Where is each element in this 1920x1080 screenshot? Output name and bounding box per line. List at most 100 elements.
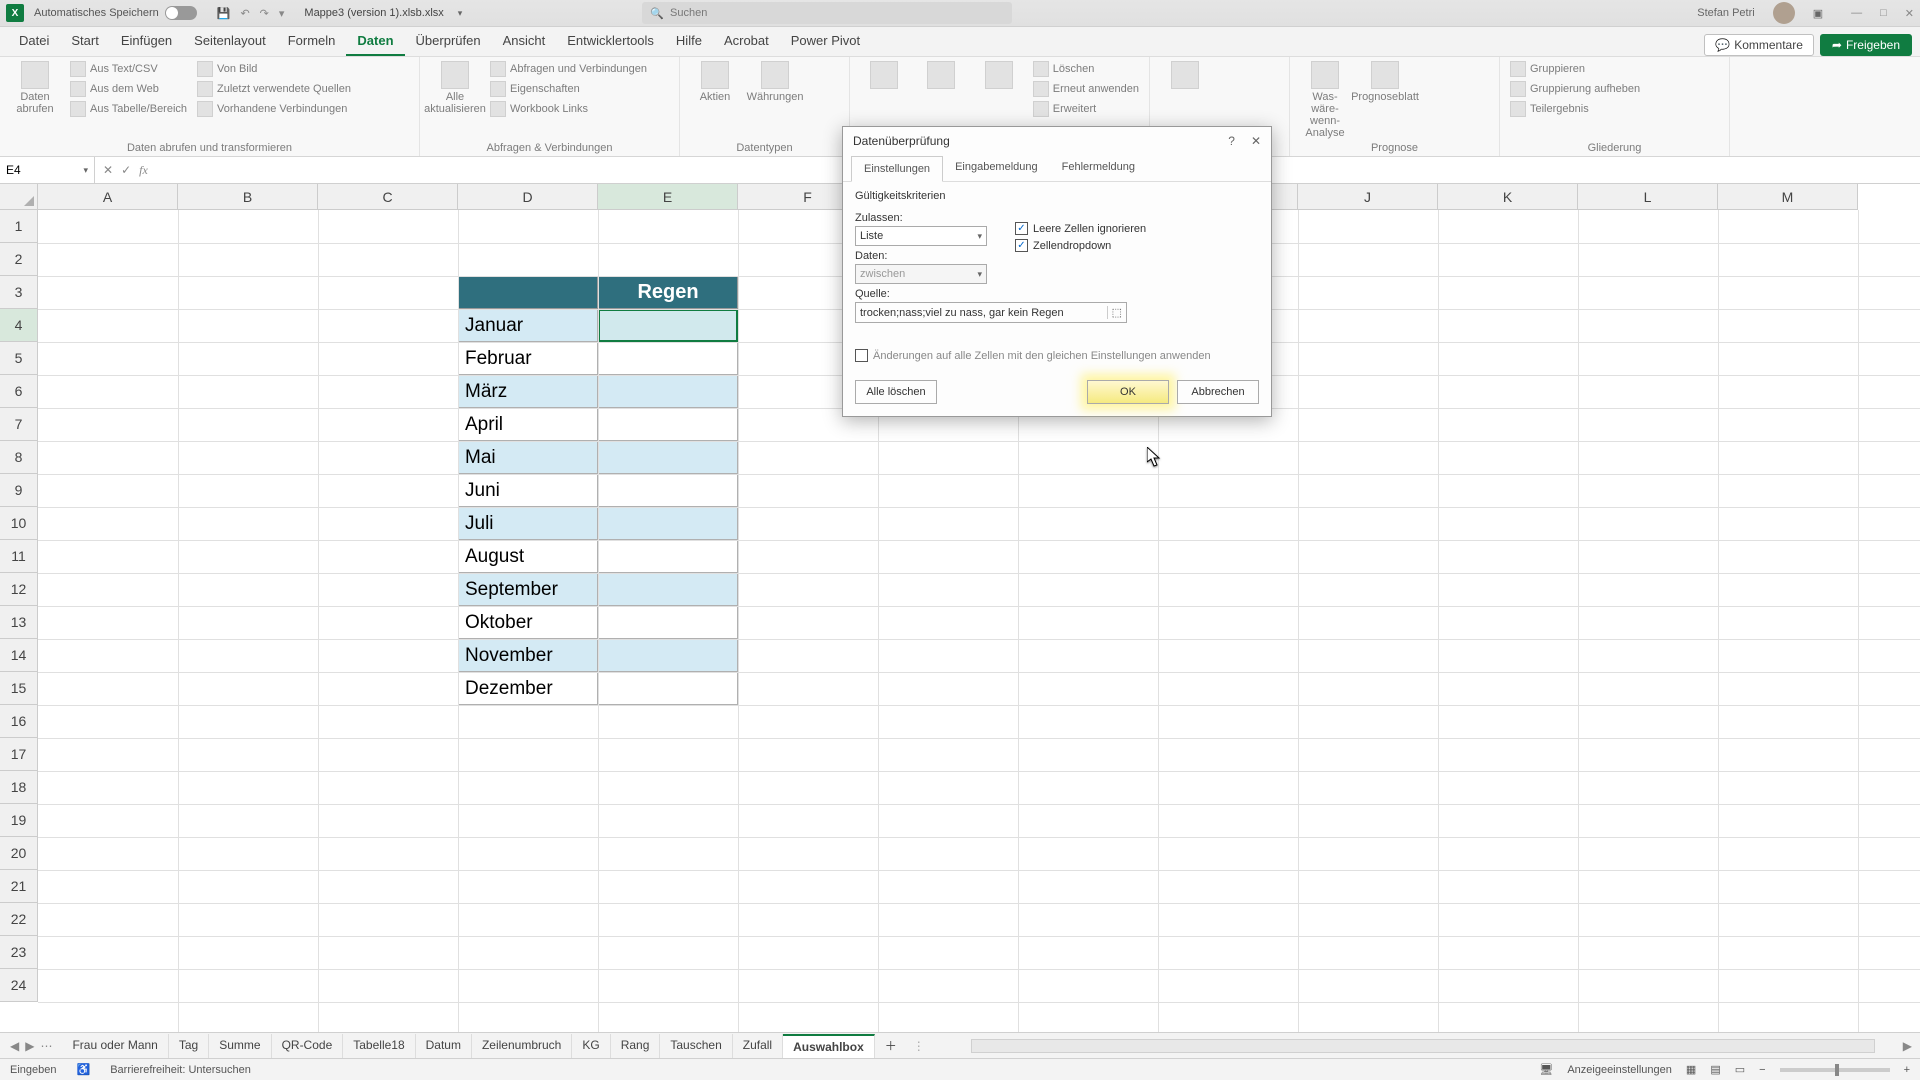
currency-button[interactable]: Währungen bbox=[750, 61, 800, 103]
ribbon-tab-datei[interactable]: Datei bbox=[8, 27, 60, 56]
sheet-tab-auswahlbox[interactable]: Auswahlbox bbox=[783, 1034, 875, 1058]
ribbon-item[interactable]: Teilergebnis bbox=[1510, 101, 1640, 117]
row-header-8[interactable]: 8 bbox=[0, 441, 38, 474]
maximize-icon[interactable]: □ bbox=[1880, 7, 1887, 20]
dialog-close-icon[interactable]: ✕ bbox=[1251, 134, 1261, 148]
dialog-tab-input-message[interactable]: Eingabemeldung bbox=[943, 155, 1050, 181]
ribbon-tab-ansicht[interactable]: Ansicht bbox=[492, 27, 557, 56]
column-header-D[interactable]: D bbox=[458, 184, 598, 210]
sheet-tab-kg[interactable]: KG bbox=[572, 1034, 610, 1058]
month-cell[interactable]: Mai bbox=[458, 441, 598, 474]
autosave-toggle[interactable]: Automatisches Speichern bbox=[34, 6, 197, 20]
zoom-out-icon[interactable]: − bbox=[1759, 1064, 1765, 1076]
accessibility-label[interactable]: Barrierefreiheit: Untersuchen bbox=[110, 1064, 251, 1076]
name-box[interactable]: E4 ▾ bbox=[0, 157, 95, 183]
ribbon-tab-formeln[interactable]: Formeln bbox=[277, 27, 347, 56]
month-cell[interactable]: Juli bbox=[458, 507, 598, 540]
ribbon-item[interactable]: Eigenschaften bbox=[490, 81, 647, 97]
sheet-nav-more-icon[interactable]: ⋯ bbox=[40, 1039, 52, 1053]
ribbon-item[interactable]: Gruppierung aufheben bbox=[1510, 81, 1640, 97]
share-button[interactable]: ➦ Freigeben bbox=[1820, 34, 1912, 56]
undo-icon[interactable]: ↶ bbox=[240, 7, 249, 20]
dialog-tab-settings[interactable]: Einstellungen bbox=[851, 156, 943, 182]
row-header-10[interactable]: 10 bbox=[0, 507, 38, 540]
refresh-all-button[interactable]: Alle aktualisieren bbox=[430, 61, 480, 115]
row-header-5[interactable]: 5 bbox=[0, 342, 38, 375]
ribbon-item[interactable]: Abfragen und Verbindungen bbox=[490, 61, 647, 77]
qat-more-icon[interactable]: ▾ bbox=[279, 7, 285, 20]
view-normal-icon[interactable]: ▦ bbox=[1686, 1063, 1696, 1076]
range-picker-icon[interactable]: ⬚ bbox=[1107, 306, 1122, 319]
row-header-13[interactable]: 13 bbox=[0, 606, 38, 639]
month-cell[interactable]: November bbox=[458, 639, 598, 672]
sheet-nav-next-icon[interactable]: ▶ bbox=[25, 1039, 34, 1053]
ribbon-item[interactable]: Löschen bbox=[1033, 61, 1139, 77]
sort-desc-button[interactable] bbox=[918, 61, 966, 89]
row-header-21[interactable]: 21 bbox=[0, 870, 38, 903]
present-icon[interactable]: ▣ bbox=[1813, 7, 1823, 20]
row-header-14[interactable]: 14 bbox=[0, 639, 38, 672]
month-cell[interactable]: Oktober bbox=[458, 606, 598, 639]
ribbon-item[interactable]: Aus dem Web bbox=[70, 81, 187, 97]
row-header-20[interactable]: 20 bbox=[0, 837, 38, 870]
filter-button[interactable] bbox=[975, 61, 1023, 89]
add-sheet-button[interactable]: ＋ bbox=[875, 1037, 907, 1054]
month-cell[interactable]: April bbox=[458, 408, 598, 441]
row-header-17[interactable]: 17 bbox=[0, 738, 38, 771]
in-cell-dropdown-checkbox[interactable]: Zellendropdown bbox=[1015, 239, 1146, 252]
row-header-4[interactable]: 4 bbox=[0, 309, 38, 342]
ribbon-item[interactable]: Workbook Links bbox=[490, 101, 647, 117]
column-header-L[interactable]: L bbox=[1578, 184, 1718, 210]
row-header-19[interactable]: 19 bbox=[0, 804, 38, 837]
source-input[interactable]: trocken;nass;viel zu nass, gar kein Rege… bbox=[855, 302, 1127, 323]
stocks-button[interactable]: Aktien bbox=[690, 61, 740, 103]
value-cell[interactable] bbox=[598, 309, 738, 342]
clear-all-button[interactable]: Alle löschen bbox=[855, 380, 937, 404]
view-pagebreak-icon[interactable]: ▭ bbox=[1735, 1063, 1745, 1076]
scroll-right-icon[interactable]: ▶ bbox=[1895, 1039, 1920, 1053]
value-cell[interactable] bbox=[598, 474, 738, 507]
horizontal-scrollbar[interactable] bbox=[971, 1039, 1875, 1053]
sheet-tab-tag[interactable]: Tag bbox=[169, 1034, 209, 1058]
ribbon-tab-start[interactable]: Start bbox=[60, 27, 109, 56]
sheet-tab-tabelle18[interactable]: Tabelle18 bbox=[343, 1034, 415, 1058]
zoom-slider[interactable] bbox=[1780, 1068, 1890, 1072]
filename-dropdown-icon[interactable]: ▾ bbox=[458, 8, 463, 19]
zoom-in-icon[interactable]: + bbox=[1904, 1064, 1910, 1076]
sheet-tab-summe[interactable]: Summe bbox=[209, 1034, 271, 1058]
search-input[interactable]: 🔍 Suchen bbox=[642, 2, 1012, 24]
value-cell[interactable] bbox=[598, 375, 738, 408]
row-header-2[interactable]: 2 bbox=[0, 243, 38, 276]
column-header-K[interactable]: K bbox=[1438, 184, 1578, 210]
dialog-tab-error-alert[interactable]: Fehlermeldung bbox=[1050, 155, 1147, 181]
ribbon-tab-einfügen[interactable]: Einfügen bbox=[110, 27, 183, 56]
sheet-tab-qr-code[interactable]: QR-Code bbox=[272, 1034, 344, 1058]
ribbon-tab-entwicklertools[interactable]: Entwicklertools bbox=[556, 27, 665, 56]
value-cell[interactable] bbox=[598, 606, 738, 639]
minimize-icon[interactable]: — bbox=[1851, 7, 1862, 20]
view-layout-icon[interactable]: ▤ bbox=[1710, 1063, 1720, 1076]
sheet-tab-rang[interactable]: Rang bbox=[611, 1034, 661, 1058]
row-header-7[interactable]: 7 bbox=[0, 408, 38, 441]
value-cell[interactable] bbox=[598, 672, 738, 705]
display-settings-label[interactable]: Anzeigeeinstellungen bbox=[1567, 1064, 1672, 1076]
toggle-switch-icon[interactable] bbox=[165, 6, 197, 20]
month-cell[interactable]: Januar bbox=[458, 309, 598, 342]
row-header-15[interactable]: 15 bbox=[0, 672, 38, 705]
column-header-C[interactable]: C bbox=[318, 184, 458, 210]
ribbon-item[interactable]: Aus Tabelle/Bereich bbox=[70, 101, 187, 117]
sheet-tab-zeilenumbruch[interactable]: Zeilenumbruch bbox=[472, 1034, 572, 1058]
text-to-columns-button[interactable] bbox=[1160, 61, 1210, 89]
value-cell[interactable] bbox=[598, 639, 738, 672]
sheet-tab-frau-oder-mann[interactable]: Frau oder Mann bbox=[62, 1034, 168, 1058]
whatif-button[interactable]: Was-wäre-wenn-Analyse bbox=[1300, 61, 1350, 139]
value-cell[interactable] bbox=[598, 441, 738, 474]
forecast-button[interactable]: Prognoseblatt bbox=[1360, 61, 1410, 103]
value-cell[interactable] bbox=[598, 408, 738, 441]
month-cell[interactable]: Februar bbox=[458, 342, 598, 375]
ribbon-tab-power pivot[interactable]: Power Pivot bbox=[780, 27, 871, 56]
ribbon-item[interactable]: Von Bild bbox=[197, 61, 351, 77]
row-header-6[interactable]: 6 bbox=[0, 375, 38, 408]
display-settings-icon[interactable]: 🖥 bbox=[1539, 1063, 1553, 1076]
ribbon-tab-seitenlayout[interactable]: Seitenlayout bbox=[183, 27, 277, 56]
